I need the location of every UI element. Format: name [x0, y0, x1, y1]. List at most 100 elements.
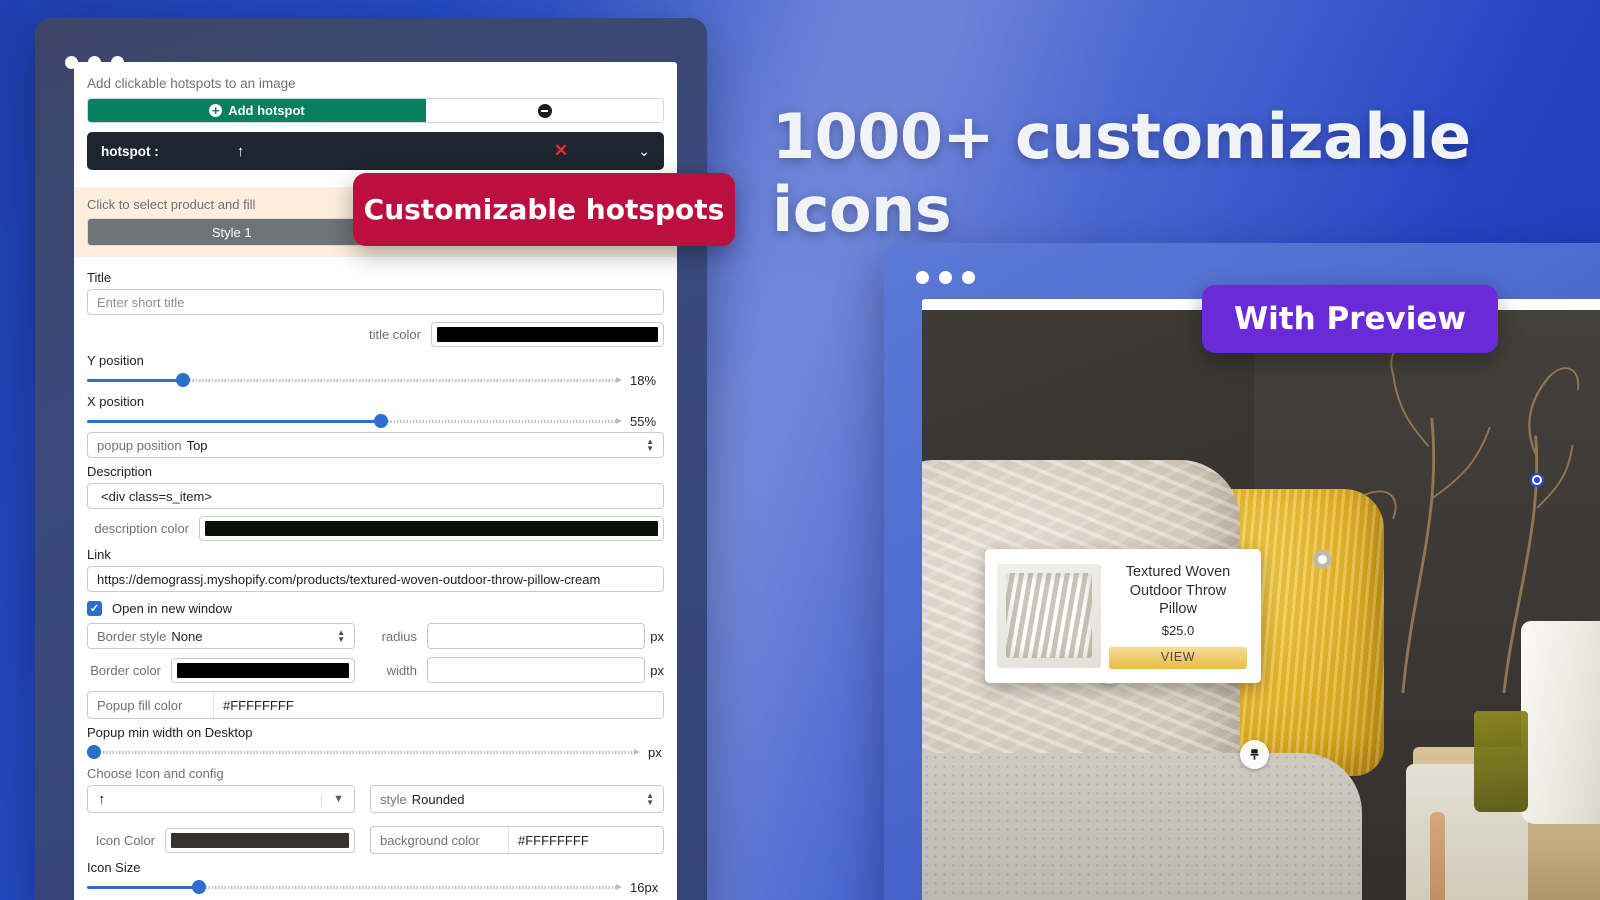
popup-fill-color-row: Popup fill color #FFFFFFFF — [87, 691, 664, 719]
icon-style-value: Rounded — [411, 791, 465, 807]
bedroom-photo: ↑ Textured Woven Outdoor Throw Pillow $2… — [922, 310, 1600, 900]
link-label: Link — [87, 547, 111, 562]
close-dot-icon[interactable] — [916, 271, 929, 284]
open-new-window-label: Open in new window — [112, 601, 232, 616]
popup-position-prefix: popup position — [97, 437, 182, 453]
border-color-chip — [177, 662, 349, 678]
description-color-row: description color — [87, 516, 664, 541]
collapse-chevron-icon[interactable]: ⌄ — [638, 143, 650, 160]
border-color-swatch[interactable] — [171, 657, 355, 683]
product-thumbnail — [997, 563, 1101, 668]
border-width-input[interactable] — [427, 657, 646, 683]
hotspot-row-header[interactable]: hotspot : ↑ ✕ ⌄ — [87, 132, 664, 170]
icon-size-value: 16px — [630, 879, 659, 895]
minus-icon — [537, 103, 552, 118]
ceramic-vase — [1521, 620, 1600, 825]
popup-position-select[interactable]: popup position Top ▲ ▼ — [87, 432, 664, 458]
popup-min-width-slider-row: px — [87, 744, 664, 760]
popup-fill-color-input[interactable]: #FFFFFFFF — [214, 692, 663, 718]
description-color-swatch[interactable] — [199, 516, 664, 541]
border-style-row: Border style None ▲ ▼ radius px — [87, 623, 664, 649]
delete-hotspot-icon[interactable]: ✕ — [554, 141, 568, 161]
x-position-slider[interactable] — [87, 413, 622, 429]
description-label: Description — [87, 464, 153, 479]
product-title: Textured Woven Outdoor Throw Pillow — [1125, 564, 1231, 618]
x-position-thumb[interactable] — [373, 414, 388, 428]
panel-header: Add clickable hotspots to an image + Add… — [74, 62, 677, 123]
description-input[interactable]: <div class=s_item> — [87, 483, 664, 509]
y-position-slider[interactable] — [87, 372, 622, 388]
border-width-unit: px — [650, 662, 664, 678]
border-color-label: Border color — [90, 662, 161, 678]
popup-min-width-slider[interactable] — [87, 744, 640, 760]
plus-icon: + — [209, 104, 223, 117]
icon-color-swatch[interactable] — [165, 827, 355, 853]
brush-marker[interactable] — [1240, 740, 1269, 769]
page-title: 1000+ customizable icons — [772, 100, 1471, 246]
background-color-row: background color #FFFFFFFF — [370, 826, 664, 854]
title-color-swatch[interactable] — [431, 322, 664, 347]
popup-min-width-label: Popup min width on Desktop — [87, 725, 253, 740]
popup-min-width-unit: px — [648, 744, 662, 760]
open-new-window-row[interactable]: ✓ Open in new window — [87, 601, 664, 616]
icon-picker[interactable]: ↑ | ▼ — [87, 785, 355, 813]
badge-customizable-hotspots: Customizable hotspots — [353, 173, 735, 246]
chevron-down-icon: ▼ — [333, 793, 344, 805]
background-color-input[interactable]: #FFFFFFFF — [509, 827, 663, 853]
blue-dot-marker[interactable] — [1530, 473, 1544, 487]
x-position-value: 55% — [630, 413, 657, 429]
border-style-spinner-icon: ▲ ▼ — [337, 628, 345, 644]
border-style-value: None — [171, 628, 203, 644]
icon-picker-divider: | — [319, 791, 324, 807]
editor-window: Add clickable hotspots to an image + Add… — [35, 18, 707, 900]
description-color-chip — [205, 521, 658, 536]
icon-color-label: Icon Color — [95, 832, 155, 848]
y-position-label: Y position — [87, 353, 144, 368]
icon-color-row: Icon Color background color #FFFFFFFF — [87, 826, 664, 854]
select-spinner-icon: ▲ ▼ — [646, 437, 654, 453]
minimize-dot-icon[interactable] — [939, 271, 952, 284]
add-hotspot-button[interactable]: + Add hotspot — [88, 99, 426, 122]
x-position-slider-row: 55% — [87, 413, 664, 429]
choose-icon-label: Choose Icon and config — [87, 766, 224, 781]
selected-icon-glyph: ↑ — [98, 790, 106, 808]
icon-style-select[interactable]: style Rounded ▲ ▼ — [370, 785, 664, 813]
radius-input[interactable] — [427, 623, 646, 649]
hotspot-row-label: hotspot : — [101, 143, 159, 159]
view-product-button[interactable]: VIEW — [1109, 645, 1247, 669]
tab-style-1[interactable]: Style 1 — [88, 219, 376, 245]
brush-icon — [1250, 749, 1259, 760]
border-color-row: Border color width px — [87, 657, 664, 683]
popup-position-value: Top — [186, 437, 208, 453]
radius-unit: px — [650, 628, 664, 644]
popup-min-width-thumb[interactable] — [87, 745, 101, 759]
link-input[interactable]: https://demograssj.myshopify.com/product… — [87, 566, 664, 592]
hotspot-action-row: + Add hotspot — [87, 98, 664, 123]
border-width-label: width — [386, 662, 417, 678]
radius-label: radius — [381, 628, 417, 644]
maximize-dot-icon[interactable] — [962, 271, 975, 284]
hotspot-form: Title Enter short title title color Y po… — [74, 257, 677, 900]
dot-marker[interactable] — [1313, 550, 1332, 569]
y-position-value: 18% — [630, 372, 657, 388]
hotspot-arrow-up-icon: ↑ — [236, 142, 245, 160]
icon-config-row: ↑ | ▼ style Rounded ▲ ▼ — [87, 785, 664, 813]
description-color-label: description color — [94, 521, 189, 536]
badge-with-preview: With Preview — [1202, 285, 1498, 353]
title-color-row: title color — [87, 322, 664, 347]
icon-color-chip — [171, 832, 349, 848]
title-color-chip — [437, 327, 658, 342]
open-new-window-checkbox[interactable]: ✓ — [87, 601, 102, 616]
title-input[interactable]: Enter short title — [87, 289, 664, 315]
icon-size-slider[interactable] — [87, 879, 622, 895]
y-position-slider-row: 18% — [87, 372, 664, 388]
popup-fill-color-label: Popup fill color — [88, 692, 214, 718]
background-color-label: background color — [371, 827, 509, 853]
y-position-thumb[interactable] — [176, 373, 191, 387]
knit-blanket — [922, 752, 1363, 900]
preview-canvas: ↑ Textured Woven Outdoor Throw Pillow $2… — [922, 299, 1600, 900]
icon-size-thumb[interactable] — [192, 880, 207, 894]
remove-hotspot-button[interactable] — [426, 99, 663, 122]
border-style-select[interactable]: Border style None ▲ ▼ — [87, 623, 355, 649]
product-price: $25.0 — [1161, 622, 1195, 638]
